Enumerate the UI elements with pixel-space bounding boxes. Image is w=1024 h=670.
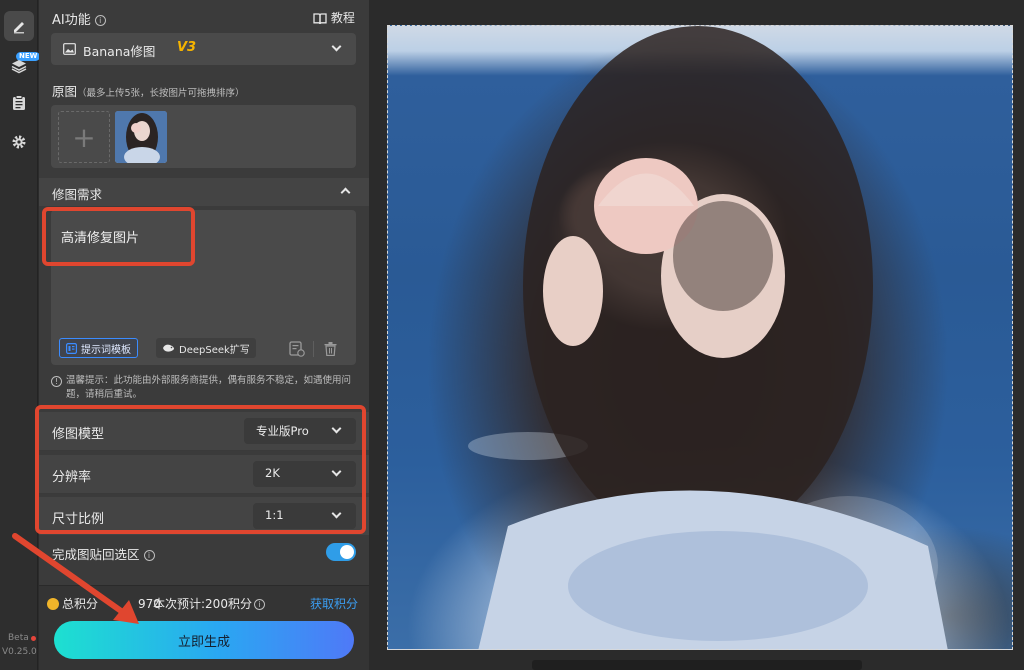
- deepseek-label: DeepSeek扩写: [179, 344, 250, 356]
- source-hint: （最多上传5张，长按图片可拖拽排序）: [77, 88, 245, 99]
- source-label-row: 原图（最多上传5张，长按图片可拖拽排序）: [52, 81, 245, 100]
- get-points-link[interactable]: 获取积分: [310, 595, 358, 612]
- toggle-knob: [340, 545, 354, 559]
- ai-title-row: AI功能 i: [52, 9, 106, 28]
- version-tag: V3: [177, 40, 197, 55]
- preview-photo-art: [468, 26, 948, 649]
- annotation-arrow: [12, 533, 139, 624]
- history-icon[interactable]: [289, 341, 305, 357]
- preview-image[interactable]: [387, 25, 1013, 650]
- edit-tool-button[interactable]: [4, 11, 34, 41]
- template-icon: [66, 342, 77, 354]
- beta-label: Beta: [8, 633, 29, 643]
- notice-text: 温馨提示：此功能由外部服务商提供，偶有服务不稳定，如遇使用问题，请稍后重试。: [66, 375, 352, 400]
- chevron-down-icon: [331, 41, 342, 52]
- requirements-header[interactable]: 修图需求: [39, 178, 369, 206]
- version-label: V0.25.0: [2, 647, 37, 657]
- add-image-button[interactable]: +: [58, 111, 110, 163]
- canvas-scrollbar[interactable]: [532, 660, 862, 670]
- app-root: NEW Beta V0.25.0 AI功能 i 教程 Banana修图 V3 原…: [0, 0, 1024, 670]
- info-icon[interactable]: i: [94, 15, 106, 26]
- ai-title: AI功能: [52, 13, 91, 28]
- clipboard-icon: [13, 95, 25, 110]
- source-image-thumbnail[interactable]: [115, 111, 167, 163]
- source-label: 原图: [52, 84, 78, 99]
- whale-icon: [163, 344, 174, 352]
- prompt-template-button[interactable]: 提示词模板: [59, 338, 138, 358]
- generate-button-label: 立即生成: [177, 634, 230, 650]
- function-name: Banana修图: [83, 44, 156, 59]
- requirements-title: 修图需求: [52, 187, 103, 202]
- notes-tool-button[interactable]: [4, 88, 34, 118]
- source-images-box: +: [51, 105, 356, 168]
- settings-tool-button[interactable]: [4, 127, 34, 157]
- deepseek-expand-button[interactable]: DeepSeek扩写: [156, 338, 256, 358]
- estimate-text: 本次预计:200积分 i: [153, 595, 265, 612]
- ai-panel: AI功能 i 教程 Banana修图 V3 原图（最多上传5张，长按图片可拖拽排序…: [12, 0, 369, 670]
- estimate-label: 本次预计:200积分: [153, 597, 252, 611]
- image-icon: [63, 43, 76, 55]
- layers-tool-button[interactable]: [4, 51, 34, 81]
- layers-icon: [11, 60, 27, 74]
- tutorial-link[interactable]: 教程: [313, 9, 355, 26]
- notice-row: ! 温馨提示：此功能由外部服务商提供，偶有服务不稳定，如遇使用问题，请稍后重试。: [51, 374, 356, 402]
- prompt-highlight-box: [42, 207, 195, 266]
- tutorial-label: 教程: [330, 11, 355, 25]
- info-icon[interactable]: i: [253, 599, 265, 610]
- trash-icon[interactable]: [324, 342, 337, 356]
- thumbnail-photo: [115, 111, 167, 163]
- pencil-icon: [14, 22, 24, 34]
- prompt-template-label: 提示词模板: [81, 344, 131, 356]
- warning-info-icon: !: [51, 376, 62, 387]
- paste-back-toggle[interactable]: [326, 543, 356, 561]
- chevron-up-icon: [340, 187, 351, 198]
- beta-dot: [31, 636, 36, 641]
- divider: [313, 341, 314, 357]
- book-icon: [313, 12, 327, 24]
- gear-icon: [12, 135, 26, 149]
- canvas-area: [370, 0, 1024, 670]
- plus-icon: +: [72, 120, 96, 154]
- options-highlight-box: [35, 405, 366, 534]
- function-select[interactable]: Banana修图 V3: [51, 33, 356, 65]
